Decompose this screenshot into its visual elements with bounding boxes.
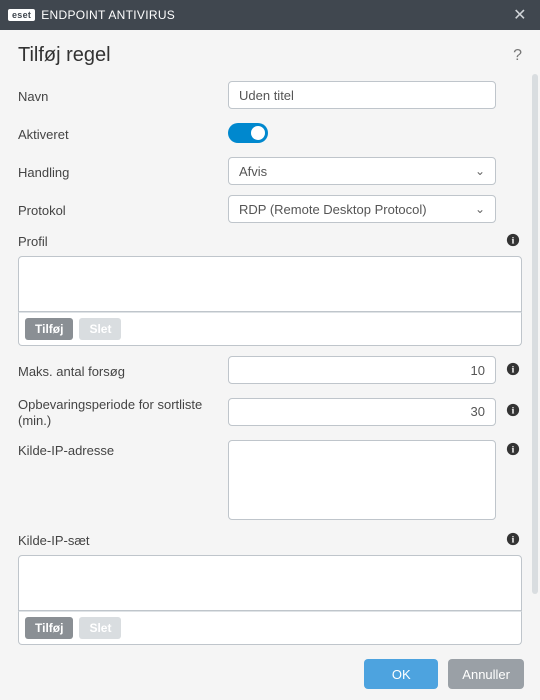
action-label: Handling	[18, 162, 228, 180]
close-icon[interactable]: ✕	[508, 5, 532, 25]
info-icon[interactable]: i	[504, 362, 522, 379]
source-ip-set-listbox[interactable]	[18, 555, 522, 611]
enabled-label: Aktiveret	[18, 124, 228, 142]
source-ip-set-section: Kilde-IP-sæt i Tilføj Slet	[18, 532, 522, 645]
info-icon[interactable]: i	[504, 532, 522, 549]
name-label: Navn	[18, 86, 228, 104]
dialog-content: Tilføj regel ? Navn Aktiveret Handling A…	[0, 30, 540, 648]
protocol-select[interactable]: RDP (Remote Desktop Protocol) ⌄	[228, 195, 496, 223]
svg-text:i: i	[512, 444, 515, 455]
enabled-toggle[interactable]	[228, 123, 268, 143]
profile-label: Profil	[18, 234, 496, 249]
max-attempts-input[interactable]	[228, 356, 496, 384]
cancel-button[interactable]: Annuller	[448, 659, 524, 689]
scrollbar[interactable]	[532, 74, 538, 634]
source-ip-set-add-button[interactable]: Tilføj	[25, 617, 73, 639]
profile-listbox-actions: Tilføj Slet	[18, 312, 522, 346]
profile-listbox[interactable]	[18, 256, 522, 312]
page-title: Tilføj regel	[18, 44, 513, 67]
source-ip-label: Kilde-IP-adresse	[18, 440, 228, 458]
chevron-down-icon: ⌄	[475, 164, 485, 178]
action-select-value: Afvis	[239, 164, 267, 179]
max-attempts-label: Maks. antal forsøg	[18, 361, 228, 379]
help-icon[interactable]: ?	[513, 47, 522, 65]
protocol-label: Protokol	[18, 200, 228, 218]
window-title: ENDPOINT ANTIVIRUS	[41, 8, 508, 22]
name-input[interactable]	[228, 81, 496, 109]
source-ip-set-listbox-actions: Tilføj Slet	[18, 611, 522, 645]
brand-logo: eset	[8, 9, 35, 21]
source-ip-textarea[interactable]	[228, 440, 496, 520]
info-icon[interactable]: i	[504, 233, 522, 250]
protocol-select-value: RDP (Remote Desktop Protocol)	[239, 202, 427, 217]
chevron-down-icon: ⌄	[475, 202, 485, 216]
action-select[interactable]: Afvis ⌄	[228, 157, 496, 185]
ok-button[interactable]: OK	[364, 659, 438, 689]
info-icon[interactable]: i	[504, 440, 522, 459]
svg-text:i: i	[512, 534, 515, 545]
retention-input[interactable]	[228, 398, 496, 426]
svg-text:i: i	[512, 406, 515, 417]
profile-delete-button: Slet	[79, 318, 121, 340]
retention-label: Opbevaringsperiode for sortliste (min.)	[18, 394, 228, 430]
profile-add-button[interactable]: Tilføj	[25, 318, 73, 340]
source-ip-set-delete-button: Slet	[79, 617, 121, 639]
svg-text:i: i	[512, 236, 515, 247]
svg-text:i: i	[512, 364, 515, 375]
source-ip-set-label: Kilde-IP-sæt	[18, 533, 496, 548]
window-titlebar: eset ENDPOINT ANTIVIRUS ✕	[0, 0, 540, 30]
profile-section: Profil i Tilføj Slet	[18, 233, 522, 346]
info-icon[interactable]: i	[504, 403, 522, 420]
dialog-footer: OK Annuller	[0, 648, 540, 700]
